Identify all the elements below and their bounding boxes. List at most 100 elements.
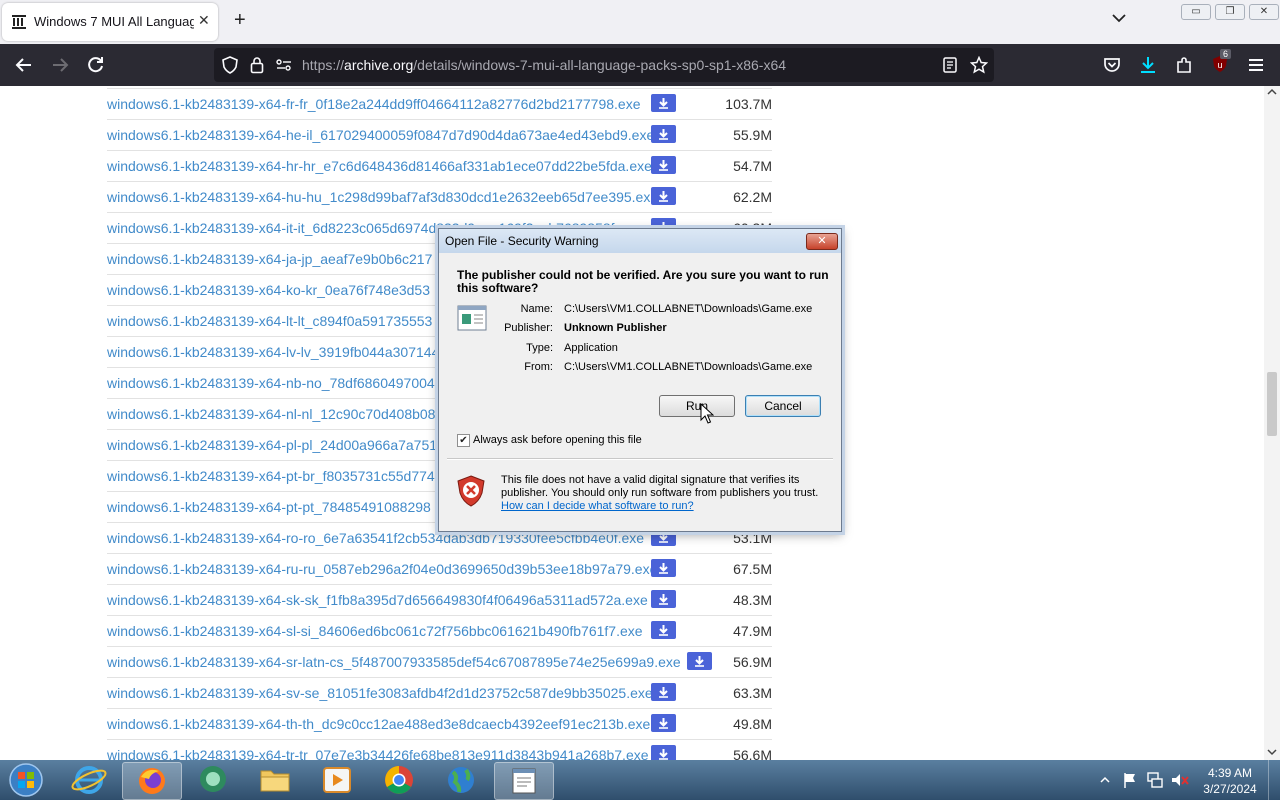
forward-icon[interactable] xyxy=(50,55,70,75)
download-button[interactable] xyxy=(651,621,676,639)
network-icon[interactable] xyxy=(1146,771,1164,789)
site-permissions-icon[interactable] xyxy=(276,59,292,71)
always-ask-label[interactable]: Always ask before opening this file xyxy=(473,434,642,446)
file-size: 54.7M xyxy=(733,158,772,174)
file-link[interactable]: windows6.1-kb2483139-x64-tr-tr_07e7e3b34… xyxy=(107,747,649,760)
run-button[interactable]: Run xyxy=(659,395,735,417)
always-ask-checkbox[interactable]: ✔ xyxy=(457,434,470,447)
file-link[interactable]: windows6.1-kb2483139-x64-pt-pt_784854910… xyxy=(107,499,431,515)
file-link[interactable]: windows6.1-kb2483139-x64-th-th_dc9c0cc12… xyxy=(107,716,650,732)
help-link[interactable]: How can I decide what software to run? xyxy=(501,500,694,512)
hamburger-menu-icon[interactable] xyxy=(1246,55,1266,75)
show-desktop-button[interactable] xyxy=(1268,760,1280,800)
cancel-button[interactable]: Cancel xyxy=(745,395,821,417)
file-link[interactable]: windows6.1-kb2483139-x64-lt-lt_c894f0a59… xyxy=(107,313,432,329)
taskbar-internet-explorer[interactable] xyxy=(60,762,118,798)
bookmark-star-icon[interactable] xyxy=(970,56,988,74)
scroll-down-arrow-icon[interactable] xyxy=(1267,748,1277,756)
tab-close-icon[interactable]: ✕ xyxy=(198,12,210,29)
mouse-cursor-icon xyxy=(700,403,714,424)
taskbar-file-explorer[interactable] xyxy=(246,762,304,798)
download-button[interactable] xyxy=(651,94,676,112)
restore-button[interactable]: ❐ xyxy=(1215,4,1245,20)
scroll-up-arrow-icon[interactable] xyxy=(1267,88,1277,96)
file-link[interactable]: windows6.1-kb2483139-x64-nb-no_78df68604… xyxy=(107,375,435,391)
file-link[interactable]: windows6.1-kb2483139-x64-he-il_617029400… xyxy=(107,127,654,143)
file-row: windows6.1-kb2483139-x64-fr-fr_0f18e2a24… xyxy=(107,88,772,120)
file-link[interactable]: windows6.1-kb2483139-x64-lv-lv_3919fb044… xyxy=(107,344,439,360)
taskbar-globe-app[interactable] xyxy=(432,762,490,798)
taskbar-chrome[interactable] xyxy=(370,762,428,798)
security-shield-icon xyxy=(457,475,485,507)
download-button[interactable] xyxy=(687,652,712,670)
file-size: 67.5M xyxy=(733,561,772,577)
file-link[interactable]: windows6.1-kb2483139-x64-sr-latn-cs_5f48… xyxy=(107,654,681,670)
file-size: 53.1M xyxy=(733,530,772,546)
reload-icon[interactable] xyxy=(86,55,106,75)
taskbar-media-player[interactable] xyxy=(308,762,366,798)
file-link[interactable]: windows6.1-kb2483139-x64-hr-hr_e7c6d6484… xyxy=(107,158,652,174)
pocket-icon[interactable] xyxy=(1102,55,1122,75)
file-link[interactable]: windows6.1-kb2483139-x64-ko-kr_0ea76f748… xyxy=(107,282,430,298)
show-hidden-icons-icon[interactable] xyxy=(1100,776,1110,784)
file-row: windows6.1-kb2483139-x64-hr-hr_e7c6d6484… xyxy=(107,150,772,182)
file-link[interactable]: windows6.1-kb2483139-x64-pl-pl_24d00a966… xyxy=(107,437,437,453)
scrollbar-thumb[interactable] xyxy=(1267,372,1277,436)
taskbar-firefox[interactable] xyxy=(122,762,182,800)
download-button[interactable] xyxy=(651,714,676,732)
taskbar-game-exe[interactable] xyxy=(494,762,554,800)
new-tab-icon[interactable]: + xyxy=(234,9,246,32)
file-size: 56.6M xyxy=(733,747,772,760)
file-link[interactable]: windows6.1-kb2483139-x64-sv-se_81051fe30… xyxy=(107,685,653,701)
ublock-extension-button[interactable]: u 6 xyxy=(1210,49,1232,74)
address-bar[interactable]: https://archive.org/details/windows-7-mu… xyxy=(214,48,994,82)
minimize-button[interactable]: ▭ xyxy=(1181,4,1211,20)
download-icon xyxy=(659,98,668,109)
url-path: /details/windows-7-mui-all-language-pack… xyxy=(413,57,787,73)
file-link[interactable]: windows6.1-kb2483139-x64-ro-ro_6e7a63541… xyxy=(107,530,644,546)
chat-bubble-icon xyxy=(200,766,226,792)
dialog-close-button[interactable]: ✕ xyxy=(806,233,838,250)
download-icon xyxy=(659,129,668,140)
page-scrollbar[interactable] xyxy=(1264,86,1280,760)
file-link[interactable]: windows6.1-kb2483139-x64-ru-ru_0587eb296… xyxy=(107,561,657,577)
list-all-tabs-icon[interactable] xyxy=(1112,13,1126,23)
archive-org-icon xyxy=(12,15,26,29)
start-orb-icon[interactable] xyxy=(6,762,46,798)
file-link[interactable]: windows6.1-kb2483139-x64-nl-nl_12c90c70d… xyxy=(107,406,435,422)
reader-view-icon[interactable] xyxy=(942,57,958,73)
download-button[interactable] xyxy=(651,683,676,701)
file-row: windows6.1-kb2483139-x64-hu-hu_1c298d99b… xyxy=(107,181,772,213)
from-value: C:\Users\VM1.COLLABNET\Downloads\Game.ex… xyxy=(564,361,813,373)
file-link[interactable]: windows6.1-kb2483139-x64-hu-hu_1c298d99b… xyxy=(107,189,658,205)
file-link[interactable]: windows6.1-kb2483139-x64-ja-jp_aeaf7e9b0… xyxy=(107,251,432,267)
extensions-icon[interactable] xyxy=(1174,55,1194,75)
downloads-icon[interactable] xyxy=(1138,55,1158,75)
action-center-flag-icon[interactable] xyxy=(1122,771,1138,789)
window-close-button[interactable]: ✕ xyxy=(1249,4,1279,20)
download-button[interactable] xyxy=(651,559,676,577)
file-link[interactable]: windows6.1-kb2483139-x64-fr-fr_0f18e2a24… xyxy=(107,96,640,112)
download-button[interactable] xyxy=(651,187,676,205)
warning-text: This file does not have a valid digital … xyxy=(501,474,819,499)
volume-muted-icon[interactable] xyxy=(1170,771,1190,789)
download-button[interactable] xyxy=(651,156,676,174)
browser-tab[interactable]: Windows 7 MUI All Language P ✕ xyxy=(2,3,218,41)
lock-icon[interactable] xyxy=(250,56,264,74)
url-text[interactable]: https://archive.org/details/windows-7-mu… xyxy=(302,57,786,73)
publisher-value: Unknown Publisher xyxy=(564,322,667,334)
taskbar-chat-app[interactable] xyxy=(184,762,242,798)
url-scheme: https:// xyxy=(302,57,345,73)
file-link[interactable]: windows6.1-kb2483139-x64-pt-br_f8035731c… xyxy=(107,468,435,484)
file-link[interactable]: windows6.1-kb2483139-x64-sl-si_84606ed6b… xyxy=(107,623,643,639)
tracking-protection-shield-icon[interactable] xyxy=(222,56,238,74)
media-player-icon xyxy=(323,767,351,793)
download-button[interactable] xyxy=(651,125,676,143)
download-button[interactable] xyxy=(651,590,676,608)
file-row: windows6.1-kb2483139-x64-th-th_dc9c0cc12… xyxy=(107,708,772,740)
dialog-titlebar[interactable]: Open File - Security Warning ✕ xyxy=(439,229,841,253)
file-link[interactable]: windows6.1-kb2483139-x64-sk-sk_f1fb8a395… xyxy=(107,592,648,608)
download-icon xyxy=(659,160,668,171)
download-button[interactable] xyxy=(651,745,676,760)
back-icon[interactable] xyxy=(14,55,34,75)
